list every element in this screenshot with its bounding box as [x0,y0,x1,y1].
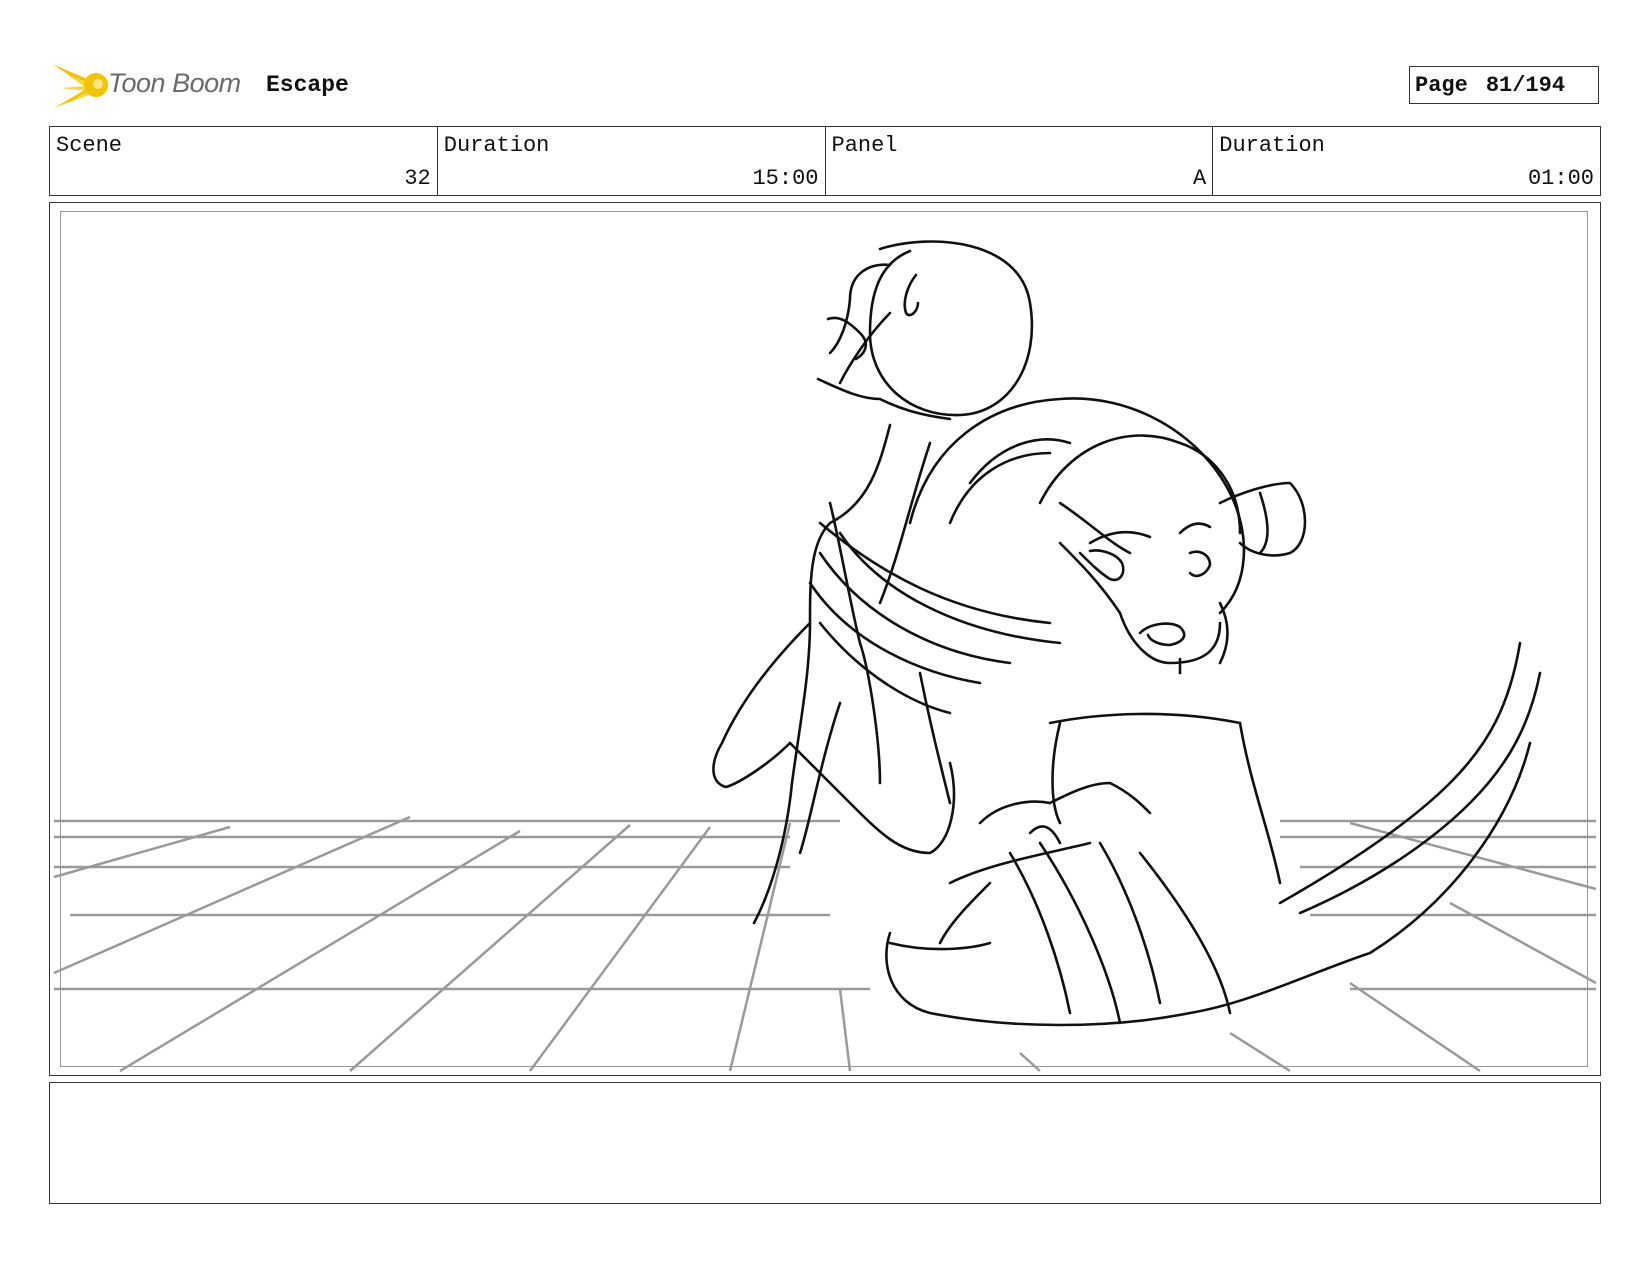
logo-text: Toon Boom [108,68,241,98]
panel-duration-cell: Duration 01:00 [1213,127,1600,195]
page-number: 81/194 [1485,72,1566,98]
scene-cell: Scene 32 [50,127,438,195]
scene-value: 32 [404,166,431,191]
page-indicator: Page 81/194 [1409,66,1599,104]
page-label: Page [1415,72,1468,98]
project-title: Escape [266,72,349,98]
storyboard-panel [49,202,1601,1076]
scene-label: Scene [56,133,123,158]
panel-safe-area-frame [60,211,1588,1067]
panel-notes-box [49,1082,1601,1204]
scene-duration-cell: Duration 15:00 [438,127,826,195]
panel-duration-value: 01:00 [1527,166,1594,191]
panel-duration-label: Duration [1219,133,1325,158]
scene-duration-value: 15:00 [752,166,819,191]
panel-cell: Panel A [826,127,1214,195]
scene-duration-label: Duration [443,133,550,158]
panel-label: Panel [831,133,898,158]
scene-info-table: Scene 32 Duration 15:00 Panel A Duration… [49,126,1601,196]
panel-value: A [1193,166,1207,191]
